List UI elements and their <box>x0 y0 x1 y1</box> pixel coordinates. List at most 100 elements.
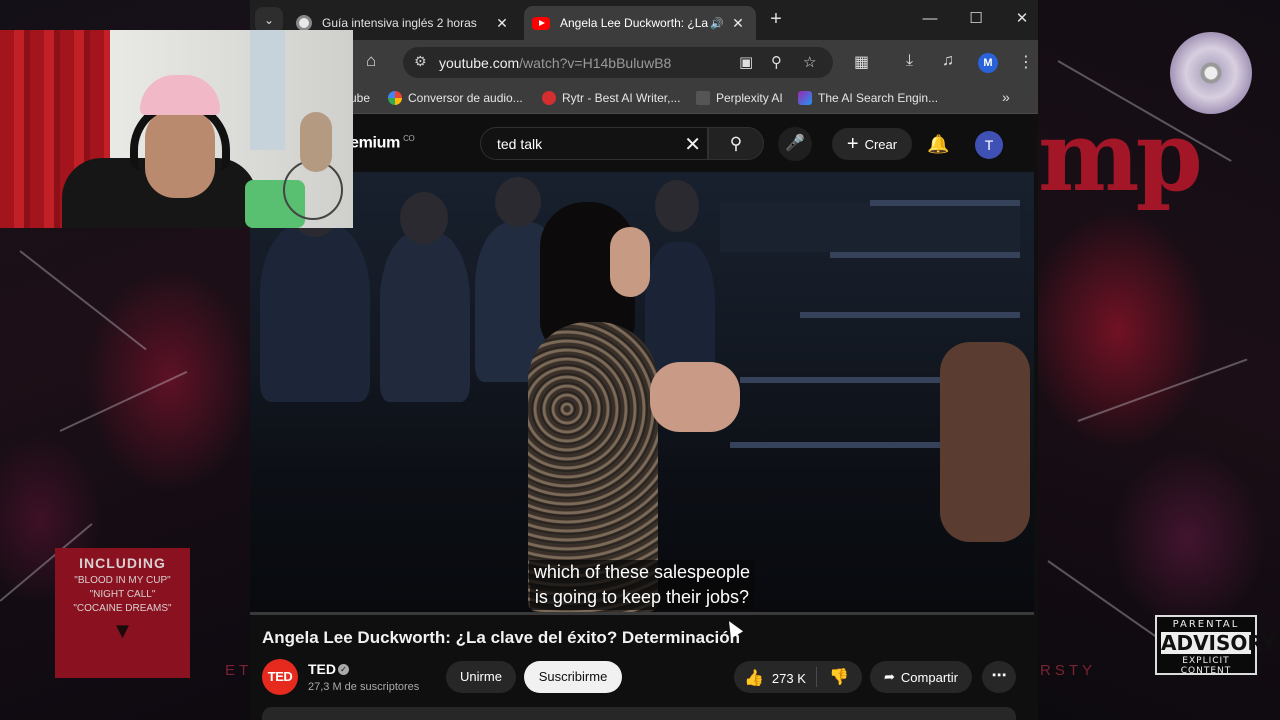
album-bottom-text-right: RSTY <box>1040 662 1097 679</box>
bookmark-label: Rytr - Best AI Writer,... <box>562 91 681 105</box>
audience-head <box>400 192 448 244</box>
more-horizontal-icon: ⋯ <box>991 667 1007 684</box>
notifications-bell-icon[interactable]: 🔔 <box>927 134 949 155</box>
search-button[interactable]: ⚲ <box>708 127 764 160</box>
url-host: youtube.com <box>439 55 520 71</box>
advisory-main-text: ADVISORY <box>1161 631 1277 655</box>
more-actions-button[interactable]: ⋯ <box>982 661 1016 693</box>
audience-head <box>495 177 541 227</box>
stage-stair-edge <box>740 377 940 383</box>
audience-member <box>260 222 370 402</box>
stage-stair <box>720 202 1020 252</box>
cast-icon[interactable]: ▣ <box>739 53 753 71</box>
stage-stair-edge <box>830 252 1020 258</box>
clear-search-icon[interactable]: ✕ <box>684 132 701 157</box>
close-window-button[interactable]: ✕ <box>1000 6 1038 32</box>
extensions-icon[interactable]: ▦ <box>854 52 869 72</box>
new-tab-button[interactable]: + <box>764 8 788 31</box>
bookmark-youtube[interactable]: ube <box>350 91 370 105</box>
browser-toolbar: ⌂ ⚙ youtube.com/watch?v=H14bBuluwB8 ▣ ⚲ … <box>250 40 1038 84</box>
create-label: Crear <box>864 136 898 152</box>
logo-text: emium <box>350 134 401 152</box>
thumbs-down-icon: 👎 <box>829 669 849 686</box>
media-controls-icon[interactable]: ♫ <box>942 52 954 70</box>
including-title: INCLUDING <box>79 555 166 571</box>
studio-microphone-icon <box>300 112 332 172</box>
close-tab-icon[interactable]: ✕ <box>492 15 512 32</box>
channel-avatar[interactable]: TED <box>262 659 298 695</box>
like-dislike-group: 👍 273 K 👎 <box>734 661 862 693</box>
youtube-premium-logo[interactable]: emium CO <box>350 134 415 152</box>
description-box[interactable] <box>262 707 1016 720</box>
parental-advisory-label: PARENTAL ADVISORY EXPLICIT CONTENT <box>1155 615 1277 676</box>
audience-member <box>380 232 470 402</box>
audio-playing-icon[interactable]: 🔊 <box>710 17 728 30</box>
tab-angela-duckworth[interactable]: Angela Lee Duckworth: ¿La 🔊 ✕ <box>524 6 756 40</box>
verified-badge-icon: ✓ <box>338 664 349 675</box>
address-bar[interactable]: ⚙ youtube.com/watch?v=H14bBuluwB8 ▣ ⚲ ☆ <box>403 47 833 78</box>
bookmark-conversor-audio[interactable]: Conversor de audio... <box>388 91 523 105</box>
stage-stair-edge <box>800 312 1020 318</box>
bookmark-label: ube <box>350 91 371 105</box>
minimize-button[interactable]: — <box>908 6 952 32</box>
like-button[interactable]: 👍 273 K <box>744 668 806 688</box>
bookmark-label: Conversor de audio... <box>408 91 523 105</box>
more-bookmarks-icon[interactable]: » <box>1002 89 1010 105</box>
bookmark-ai-search-engine[interactable]: The AI Search Engin... <box>798 91 938 105</box>
video-progress-bar[interactable] <box>250 612 1034 615</box>
share-label: Compartir <box>900 669 958 685</box>
tab-title: Angela Lee Duckworth: ¿La <box>560 16 709 30</box>
zoom-icon[interactable]: ⚲ <box>771 53 782 71</box>
rytr-icon <box>542 91 556 105</box>
audience-member-right <box>940 342 1030 542</box>
perplexity-icon <box>696 91 710 105</box>
subtitle-line-1: which of these salespeople <box>528 560 756 585</box>
search-input[interactable]: ted talk ✕ <box>480 127 708 160</box>
profile-avatar[interactable]: M <box>978 53 998 73</box>
speaker-hands <box>650 362 740 432</box>
webcam-blue-cloth <box>250 30 285 150</box>
bookmark-perplexity[interactable]: Perplexity AI <box>696 91 783 105</box>
youtube-favicon-icon <box>532 16 550 30</box>
tab-title: Guía intensiva inglés 2 horas <box>322 16 477 30</box>
bookmark-label: The AI Search Engin... <box>818 91 939 105</box>
subscriber-count: 27,3 M de suscriptores <box>308 681 420 693</box>
downloads-icon[interactable]: ⤓ <box>906 52 913 70</box>
share-button[interactable]: ➦ Compartir <box>870 661 972 693</box>
voice-search-button[interactable]: 🎤 <box>778 127 812 161</box>
including-track-1: "BLOOD IN MY CUP" <box>74 575 171 586</box>
stage-stair-edge <box>730 442 940 448</box>
browser-menu-icon[interactable]: ⋮ <box>1018 52 1034 72</box>
share-icon: ➦ <box>884 669 895 684</box>
home-icon[interactable]: ⌂ <box>366 51 376 71</box>
ai-search-icon <box>798 91 812 105</box>
account-avatar[interactable]: T <box>975 131 1003 159</box>
audience-head <box>655 180 699 232</box>
album-bottom-text-left: ET <box>225 662 253 679</box>
google-favicon-icon <box>296 15 312 31</box>
cd-disc-graphic <box>1170 32 1252 114</box>
create-button[interactable]: + Crear <box>832 128 912 160</box>
subscribe-button[interactable]: Suscribirme <box>524 661 622 693</box>
including-sticker: INCLUDING "BLOOD IN MY CUP" "NIGHT CALL"… <box>55 548 190 678</box>
speaker-face <box>610 227 650 297</box>
advisory-bottom-text: EXPLICIT CONTENT <box>1180 656 1232 676</box>
like-count: 273 K <box>771 670 806 686</box>
bookmark-star-icon[interactable]: ☆ <box>803 53 816 71</box>
bookmark-label: Perplexity AI <box>716 91 783 105</box>
site-info-icon[interactable]: ⚙ <box>414 53 427 70</box>
bookmark-rytr[interactable]: Rytr - Best AI Writer,... <box>542 91 680 105</box>
tab-bar: ⌄ Guía intensiva inglés 2 horas ✕ Angela… <box>250 0 1038 40</box>
advisory-top-text: PARENTAL <box>1172 619 1240 630</box>
webcam-overlay <box>0 30 353 228</box>
including-track-2: "NIGHT CALL" <box>89 589 156 600</box>
channel-name[interactable]: TED <box>308 661 336 677</box>
url-text: youtube.com/watch?v=H14bBuluwB8 <box>439 55 671 71</box>
close-tab-icon[interactable]: ✕ <box>728 15 748 32</box>
maximize-button[interactable]: ☐ <box>954 6 998 32</box>
dislike-button[interactable]: 👎 <box>829 667 849 687</box>
join-button[interactable]: Unirme <box>446 661 516 693</box>
microphone-icon: 🎤 <box>785 135 805 152</box>
video-player[interactable]: which of these salespeople is going to k… <box>250 172 1034 612</box>
album-title-text: mp <box>1038 100 1203 213</box>
